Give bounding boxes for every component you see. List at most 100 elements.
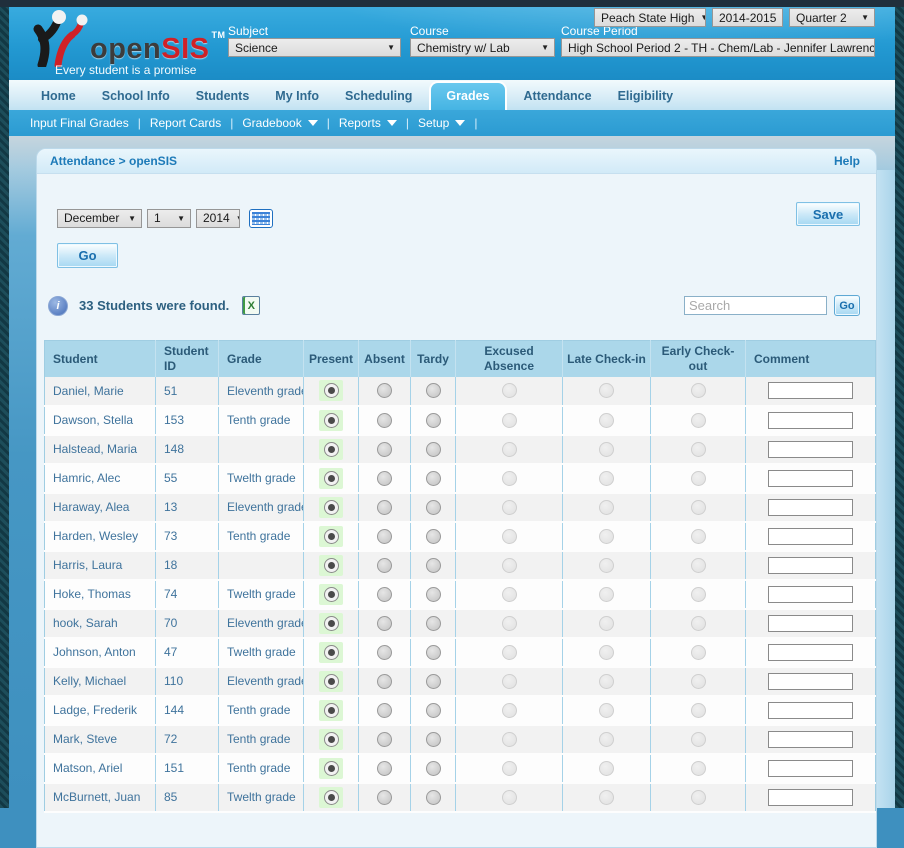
subnav-item-gradebook[interactable]: Gradebook	[242, 116, 317, 130]
tardy-radio[interactable]	[426, 703, 441, 718]
comment-input[interactable]	[768, 673, 853, 690]
absent-radio[interactable]	[377, 500, 392, 515]
tardy-radio[interactable]	[426, 471, 441, 486]
search-go-button[interactable]: Go	[834, 295, 860, 316]
tab-attendance[interactable]: Attendance	[511, 82, 605, 110]
comment-input[interactable]	[768, 528, 853, 545]
results-count-text: 33 Students were found.	[79, 298, 229, 313]
absent-radio[interactable]	[377, 616, 392, 631]
year-select[interactable]: 2014 ▼	[196, 209, 240, 228]
tardy-radio[interactable]	[426, 761, 441, 776]
excused-absence-radio	[502, 558, 517, 573]
absent-radio[interactable]	[377, 587, 392, 602]
comment-input[interactable]	[768, 441, 853, 458]
tardy-radio[interactable]	[426, 790, 441, 805]
comment-input[interactable]	[768, 702, 853, 719]
course-select[interactable]: Chemistry w/ Lab ▼	[410, 38, 555, 57]
comment-input[interactable]	[768, 731, 853, 748]
absent-radio[interactable]	[377, 413, 392, 428]
comment-input[interactable]	[768, 789, 853, 806]
absent-radio[interactable]	[377, 790, 392, 805]
student-id-cell: 51	[156, 377, 219, 406]
absent-radio[interactable]	[377, 674, 392, 689]
tardy-radio[interactable]	[426, 732, 441, 747]
quarter-select-value: Quarter 2	[796, 11, 847, 25]
tardy-radio[interactable]	[426, 558, 441, 573]
subject-select[interactable]: Science ▼	[228, 38, 401, 57]
present-radio[interactable]	[324, 790, 339, 805]
comment-input[interactable]	[768, 412, 853, 429]
scrollbar-track[interactable]	[874, 170, 895, 808]
subnav-separator: |	[230, 116, 233, 130]
tardy-radio[interactable]	[426, 616, 441, 631]
present-radio[interactable]	[324, 442, 339, 457]
tardy-radio[interactable]	[426, 442, 441, 457]
subnav-item-setup[interactable]: Setup	[418, 116, 465, 130]
tardy-radio[interactable]	[426, 500, 441, 515]
present-radio[interactable]	[324, 587, 339, 602]
save-button[interactable]: Save	[796, 202, 860, 226]
excel-export-icon[interactable]: X	[242, 296, 260, 315]
tardy-radio[interactable]	[426, 587, 441, 602]
present-radio[interactable]	[324, 500, 339, 515]
tab-school-info[interactable]: School Info	[89, 82, 183, 110]
present-radio[interactable]	[324, 703, 339, 718]
present-radio[interactable]	[324, 761, 339, 776]
comment-input[interactable]	[768, 644, 853, 661]
absent-radio[interactable]	[377, 442, 392, 457]
day-select[interactable]: 1 ▼	[147, 209, 191, 228]
calendar-icon[interactable]	[249, 209, 273, 228]
subnav-item-reports[interactable]: Reports	[339, 116, 397, 130]
tab-scheduling[interactable]: Scheduling	[332, 82, 425, 110]
search-input[interactable]	[684, 296, 827, 315]
comment-input[interactable]	[768, 760, 853, 777]
present-radio[interactable]	[324, 471, 339, 486]
absent-radio[interactable]	[377, 645, 392, 660]
tab-students[interactable]: Students	[183, 82, 262, 110]
tardy-radio[interactable]	[426, 413, 441, 428]
comment-input[interactable]	[768, 586, 853, 603]
tab-home[interactable]: Home	[28, 82, 89, 110]
absent-radio[interactable]	[377, 558, 392, 573]
tab-grades[interactable]: Grades	[429, 81, 506, 110]
go-button[interactable]: Go	[57, 243, 118, 268]
table-row: Halstead, Maria 148	[45, 435, 876, 464]
month-select[interactable]: December ▼	[57, 209, 142, 228]
present-highlight	[319, 526, 343, 547]
table-row: Daniel, Marie 51 Eleventh grade	[45, 377, 876, 406]
present-radio[interactable]	[324, 529, 339, 544]
comment-input[interactable]	[768, 557, 853, 574]
absent-radio[interactable]	[377, 703, 392, 718]
tardy-radio[interactable]	[426, 674, 441, 689]
present-radio[interactable]	[324, 383, 339, 398]
present-radio[interactable]	[324, 645, 339, 660]
course-period-select[interactable]: High School Period 2 - TH - Chem/Lab - J…	[561, 38, 875, 57]
tardy-radio[interactable]	[426, 645, 441, 660]
absent-radio[interactable]	[377, 761, 392, 776]
subnav-item-input-final-grades[interactable]: Input Final Grades	[30, 116, 129, 130]
present-radio[interactable]	[324, 413, 339, 428]
comment-input[interactable]	[768, 470, 853, 487]
tab-my-info[interactable]: My Info	[262, 82, 332, 110]
present-radio[interactable]	[324, 674, 339, 689]
grade-cell	[219, 435, 304, 464]
absent-radio[interactable]	[377, 471, 392, 486]
quarter-select[interactable]: Quarter 2 ▼	[789, 8, 875, 27]
absent-radio[interactable]	[377, 383, 392, 398]
present-radio[interactable]	[324, 616, 339, 631]
absent-radio[interactable]	[377, 529, 392, 544]
present-radio[interactable]	[324, 558, 339, 573]
school-year-select[interactable]: 2014-2015 ▼	[712, 8, 783, 27]
tardy-radio[interactable]	[426, 383, 441, 398]
absent-radio[interactable]	[377, 732, 392, 747]
help-link[interactable]: Help	[834, 154, 860, 168]
comment-input[interactable]	[768, 499, 853, 516]
tardy-radio[interactable]	[426, 529, 441, 544]
chevron-down-icon	[455, 120, 465, 126]
present-radio[interactable]	[324, 732, 339, 747]
tab-eligibility[interactable]: Eligibility	[605, 82, 687, 110]
subnav-item-report-cards[interactable]: Report Cards	[150, 116, 221, 130]
comment-input[interactable]	[768, 382, 853, 399]
school-select[interactable]: Peach State High ▼	[594, 8, 706, 27]
comment-input[interactable]	[768, 615, 853, 632]
